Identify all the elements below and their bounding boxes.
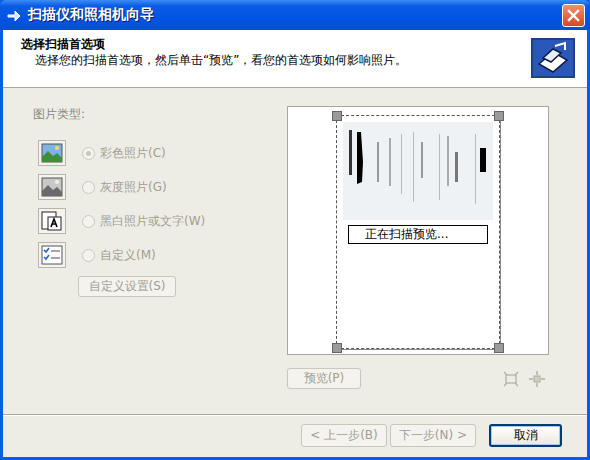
crop-handle[interactable]: [494, 111, 504, 121]
wizard-button: < 上一步(B): [301, 424, 386, 447]
header-title: 选择扫描首选项: [21, 36, 407, 52]
crop-handle[interactable]: [494, 343, 504, 353]
crop-handle[interactable]: [332, 111, 342, 121]
radio-button: [82, 181, 95, 194]
scanning-status: 正在扫描预览...: [348, 225, 488, 244]
preview-page[interactable]: 正在扫描预览...: [336, 115, 500, 349]
picture-type-panel: 图片类型: 彩色照片(C) 灰度照片(G) 黑白照片或文字(W) 自定义(M) 自定义设置…: [33, 106, 287, 400]
close-icon: [563, 5, 584, 26]
close-button[interactable]: [562, 4, 585, 27]
crop-handle[interactable]: [332, 343, 342, 353]
picture-type-option: 灰度照片(G): [33, 170, 287, 204]
black-white-document-icon: [41, 211, 63, 231]
scanner-icon: [531, 38, 575, 78]
radio-button: [82, 249, 95, 262]
wizard-window: 扫描仪和照相机向导选择扫描首选项选择您的扫描首选项，然后单击“预览”，看您的首选…: [0, 0, 590, 460]
option-label: 黑白照片或文字(W): [100, 213, 205, 230]
option-label: 彩色照片(C): [100, 145, 166, 162]
picture-type-label: 图片类型:: [33, 106, 287, 122]
wizard-icon: [6, 7, 22, 23]
custom-settings-button: 自定义设置(S): [78, 276, 176, 297]
wizard-footer: < 上一步(B)下一步(N) > 取消: [3, 414, 587, 457]
wizard-button: 下一步(N) >: [390, 424, 476, 447]
picture-type-option: 彩色照片(C): [33, 136, 287, 170]
fit-page-icon[interactable]: [503, 371, 519, 387]
custom-checklist-icon: [41, 245, 63, 265]
option-label: 自定义(M): [100, 247, 156, 264]
picture-type-option: 黑白照片或文字(W): [33, 204, 287, 238]
option-label: 灰度照片(G): [100, 179, 167, 196]
radio-button: [82, 215, 95, 228]
picture-type-option: 自定义(M): [33, 238, 287, 272]
window-body: 选择扫描首选项选择您的扫描首选项，然后单击“预览”，看您的首选项如何影响照片。图…: [3, 30, 587, 457]
preview-area: 正在扫描预览...: [287, 106, 549, 355]
window-title: 扫描仪和照相机向导: [28, 6, 562, 24]
header-subtitle: 选择您的扫描首选项，然后单击“预览”，看您的首选项如何影响照片。: [21, 52, 407, 68]
wizard-button[interactable]: 取消: [489, 424, 562, 447]
wizard-header: 选择扫描首选项选择您的扫描首选项，然后单击“预览”，看您的首选项如何影响照片。: [3, 30, 587, 88]
radio-button: [82, 147, 95, 160]
title-bar[interactable]: 扫描仪和照相机向导: [0, 0, 590, 30]
scanned-image: [343, 122, 493, 220]
preview-button: 预览(P): [287, 368, 361, 389]
zoom-selection-icon[interactable]: [529, 371, 545, 387]
color-photo-icon: [41, 143, 63, 163]
grayscale-photo-icon: [41, 177, 63, 197]
